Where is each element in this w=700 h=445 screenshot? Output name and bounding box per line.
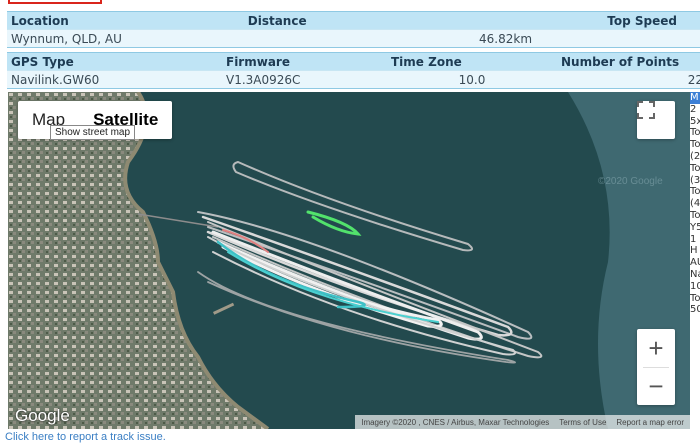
- value-time-zone: 10.0: [387, 70, 557, 89]
- value-number-of-points: 22: [557, 70, 700, 89]
- sidebar-fragment: 10: [690, 280, 700, 292]
- sidebar-fragment: (3: [690, 174, 700, 186]
- map-tooltip: Show street map: [50, 125, 136, 140]
- sidebar-fragment: To: [690, 186, 700, 198]
- sidebar-fragment: To: [690, 292, 700, 304]
- header-location: Location: [7, 11, 244, 30]
- sidebar-fragment: 50: [690, 304, 700, 316]
- sidebar-fragment: 1 H: [690, 233, 698, 257]
- sidebar-fragment: To: [690, 139, 700, 151]
- value-distance-spacer: [243, 29, 430, 48]
- report-track-issue-link[interactable]: Click here to report a track issue.: [5, 431, 166, 443]
- zoom-in-button[interactable]: +: [637, 329, 675, 367]
- sidebar-fragment: 2: [690, 103, 697, 115]
- fullscreen-button[interactable]: [637, 101, 675, 139]
- header-firmware: Firmware: [222, 52, 387, 71]
- header-gps-type: GPS Type: [7, 52, 222, 71]
- value-gps-type: Navilink.GW60: [7, 70, 222, 89]
- zoom-out-button[interactable]: −: [637, 367, 675, 405]
- header-time-zone: Time Zone: [387, 52, 557, 71]
- map-attribution: Imagery ©2020 , CNES / Airbus, Maxar Tec…: [355, 415, 690, 429]
- fullscreen-icon: [637, 101, 655, 119]
- sidebar-fragment: Na: [690, 268, 700, 280]
- google-logo: Google: [15, 406, 70, 425]
- zoom-divider: [643, 367, 669, 368]
- imagery-watermark: ©2020 Google: [598, 176, 663, 187]
- track-info-sidebar: M25xToTo(2To(3To(4ToY51 HAUNa10To50: [690, 92, 700, 429]
- sidebar-fragment: (4: [690, 198, 700, 210]
- track-stats-table-1: Location Distance Top Speed Wynnum, QLD,…: [7, 11, 700, 48]
- sidebar-fragment: M: [690, 92, 700, 104]
- sidebar-fragment: AU: [690, 257, 700, 269]
- header-number-of-points: Number of Points: [557, 52, 700, 71]
- sidebar-fragment: To: [690, 127, 700, 139]
- map-imagery: ©2020 Google: [8, 92, 690, 429]
- satellite-map[interactable]: ©2020 Google Map Satellite Show street m…: [8, 92, 690, 429]
- report-map-error-link[interactable]: Report a map error: [616, 418, 684, 427]
- track-stats-table-2: GPS Type Firmware Time Zone Number of Po…: [7, 52, 700, 89]
- header-top-speed: Top Speed: [429, 11, 700, 30]
- value-location: Wynnum, QLD, AU: [7, 29, 244, 48]
- sidebar-fragment: (2: [690, 150, 700, 162]
- value-firmware: V1.3A0926C: [222, 70, 387, 89]
- imagery-credit: Imagery ©2020 , CNES / Airbus, Maxar Tec…: [361, 417, 550, 427]
- active-tab-indicator: [8, 0, 102, 4]
- sidebar-fragment: To: [690, 209, 700, 221]
- value-distance: 46.82km: [429, 29, 700, 48]
- header-distance: Distance: [243, 11, 430, 30]
- sidebar-fragment: Y5: [690, 221, 700, 233]
- terms-link[interactable]: Terms of Use: [559, 418, 606, 427]
- sidebar-fragment: To: [690, 162, 700, 174]
- zoom-control: + −: [637, 329, 675, 405]
- sidebar-fragment: 5x: [690, 115, 700, 127]
